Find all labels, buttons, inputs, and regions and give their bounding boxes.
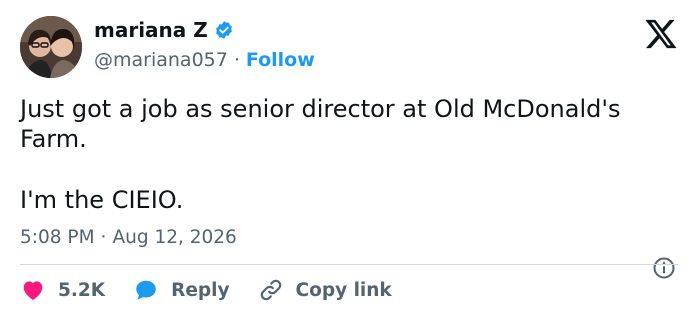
heart-icon bbox=[20, 277, 46, 303]
follow-button[interactable]: Follow bbox=[246, 48, 315, 72]
reply-label: Reply bbox=[171, 279, 230, 301]
divider bbox=[20, 264, 678, 265]
like-count: 5.2K bbox=[58, 279, 106, 301]
tweet-time: 5:08 PM bbox=[20, 227, 95, 248]
display-name[interactable]: mariana Z bbox=[94, 18, 208, 42]
name-row: mariana Z bbox=[94, 18, 234, 42]
action-bar: 5.2K Reply Copy link bbox=[20, 276, 420, 304]
copy-link-button[interactable]: Copy link bbox=[258, 277, 392, 303]
speech-bubble-icon bbox=[133, 277, 159, 303]
avatar[interactable] bbox=[20, 16, 82, 78]
like-button[interactable]: 5.2K bbox=[20, 277, 105, 303]
x-logo-icon[interactable] bbox=[644, 18, 678, 50]
reply-button[interactable]: Reply bbox=[133, 277, 230, 303]
tweet-line-2: I'm the CIEIO. bbox=[20, 186, 184, 214]
separator-dot: · bbox=[233, 49, 240, 71]
tweet-date: Aug 12, 2026 bbox=[112, 227, 237, 248]
tweet-timestamp[interactable]: 5:08 PM · Aug 12, 2026 bbox=[20, 226, 237, 250]
tweet-card: mariana Z @mariana057 · Follow Just got … bbox=[0, 0, 700, 318]
copy-link-label: Copy link bbox=[295, 279, 392, 301]
link-icon bbox=[258, 277, 284, 303]
info-icon[interactable] bbox=[652, 256, 676, 280]
verified-badge-icon bbox=[214, 20, 234, 40]
user-handle[interactable]: @mariana057 bbox=[94, 48, 228, 72]
handle-row: @mariana057 · Follow bbox=[94, 48, 315, 72]
separator-dot: · bbox=[100, 227, 107, 248]
avatar-photo bbox=[20, 16, 82, 78]
tweet-text: Just got a job as senior director at Old… bbox=[20, 94, 680, 215]
tweet-line-1: Just got a job as senior director at Old… bbox=[20, 95, 621, 153]
